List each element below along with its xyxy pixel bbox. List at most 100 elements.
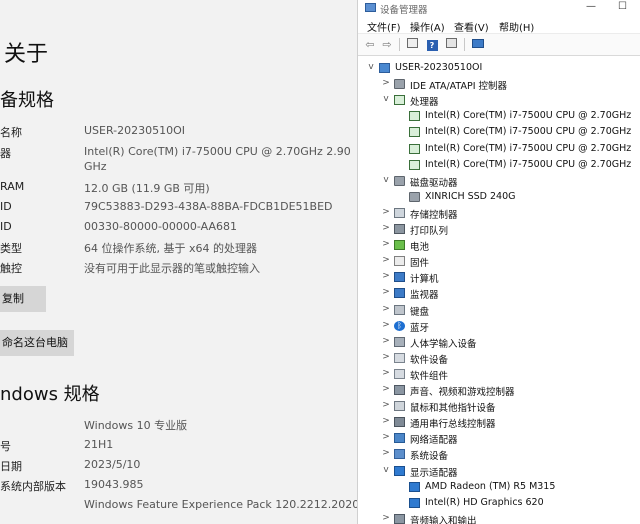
tree-node[interactable]: v USER-20230510OI xyxy=(358,60,640,76)
tree-node-label: IDE ATA/ATAPI 控制器 xyxy=(410,81,508,93)
copy-button[interactable]: 复制 xyxy=(0,286,46,312)
tree-node[interactable]: AMD Radeon (TM) R5 M315 xyxy=(358,479,640,495)
spec-label-system-type: 类型 xyxy=(0,242,22,255)
tree-node-label: 固件 xyxy=(410,258,430,270)
tree-node[interactable]: > ᛒ 蓝牙 xyxy=(358,318,640,334)
menu-file[interactable]: 文件(F) xyxy=(367,19,401,34)
disk-icon xyxy=(394,175,405,186)
battery-icon xyxy=(394,240,405,251)
tree-node[interactable]: > 固件 xyxy=(358,253,640,269)
tree-node[interactable]: XINRICH SSD 240G xyxy=(358,189,640,205)
tree-node-label: Intel(R) Core(TM) i7-7500U CPU @ 2.70GHz xyxy=(425,158,632,170)
win-value-install-date: 2023/5/10 xyxy=(84,458,141,471)
gpu-icon xyxy=(409,481,420,492)
tree-node[interactable]: > 网络适配器 xyxy=(358,430,640,446)
chevron-right-icon[interactable]: > xyxy=(381,416,391,426)
tree-node[interactable]: > 音频输入和输出 xyxy=(358,511,640,524)
tree-node[interactable]: > 声音、视频和游戏控制器 xyxy=(358,382,640,398)
chevron-right-icon[interactable]: > xyxy=(381,368,391,378)
chevron-right-icon[interactable]: > xyxy=(381,255,391,265)
win-value-experience: Windows Feature Experience Pack 120.2212… xyxy=(84,498,357,511)
window-title: 设备管理器 xyxy=(380,5,428,16)
tree-node[interactable]: Intel(R) Core(TM) i7-7500U CPU @ 2.70GHz xyxy=(358,141,640,157)
tree-node-label: 计算机 xyxy=(410,274,439,286)
bt-icon: ᛒ xyxy=(394,320,405,331)
rename-pc-button[interactable]: 命名这台电脑 xyxy=(0,330,74,356)
net-icon xyxy=(394,433,405,444)
chevron-right-icon[interactable]: > xyxy=(381,400,391,410)
tree-node[interactable]: > 系统设备 xyxy=(358,446,640,462)
tree-node-label: 键盘 xyxy=(410,306,430,318)
spec-label-processor: 器 xyxy=(0,147,11,160)
tree-node[interactable]: Intel(R) HD Graphics 620 xyxy=(358,495,640,511)
tree-node[interactable]: > 电池 xyxy=(358,237,640,253)
tree-node[interactable]: v 显示适配器 xyxy=(358,463,640,479)
tree-node[interactable]: > 通用串行总线控制器 xyxy=(358,414,640,430)
chevron-right-icon[interactable]: > xyxy=(381,207,391,217)
tree-node-label: Intel(R) Core(TM) i7-7500U CPU @ 2.70GHz xyxy=(425,142,632,154)
properties-icon[interactable] xyxy=(405,38,419,51)
maximize-icon[interactable]: ☐ xyxy=(618,1,627,12)
help-icon[interactable]: ? xyxy=(425,38,439,51)
back-arrow-icon[interactable]: ⇦ xyxy=(363,38,377,51)
tree-node[interactable]: > 键盘 xyxy=(358,302,640,318)
tree-node[interactable]: v 处理器 xyxy=(358,92,640,108)
tree-node[interactable]: > 鼠标和其他指针设备 xyxy=(358,398,640,414)
chevron-right-icon[interactable]: > xyxy=(381,336,391,346)
chevron-right-icon[interactable]: > xyxy=(381,384,391,394)
tree-node[interactable]: > 打印队列 xyxy=(358,221,640,237)
tree-node[interactable]: v 磁盘驱动器 xyxy=(358,173,640,189)
tree-node-label: AMD Radeon (TM) R5 M315 xyxy=(425,480,556,492)
chevron-right-icon[interactable]: > xyxy=(381,352,391,362)
tree-node-label: 系统设备 xyxy=(410,451,449,463)
tree-node-label: 音频输入和输出 xyxy=(410,515,477,524)
chevron-right-icon[interactable]: > xyxy=(381,320,391,330)
forward-arrow-icon[interactable]: ⇨ xyxy=(380,38,394,51)
spec-label-ram: RAM xyxy=(0,180,25,193)
tree-node-label: 处理器 xyxy=(410,97,439,109)
chevron-down-icon[interactable]: v xyxy=(381,175,391,185)
chevron-right-icon[interactable]: > xyxy=(381,513,391,523)
chevron-down-icon[interactable]: v xyxy=(381,465,391,475)
page-title: 关于 xyxy=(4,42,49,67)
device-manager-icon xyxy=(365,3,376,12)
tree-node[interactable]: > 监视器 xyxy=(358,285,640,301)
menu-action[interactable]: 操作(A) xyxy=(410,19,445,34)
chevron-down-icon[interactable]: v xyxy=(366,62,376,72)
tree-node[interactable]: > 软件设备 xyxy=(358,350,640,366)
view-icon[interactable] xyxy=(444,38,458,51)
tree-node[interactable]: Intel(R) Core(TM) i7-7500U CPU @ 2.70GHz xyxy=(358,108,640,124)
chevron-right-icon[interactable]: > xyxy=(381,239,391,249)
monitor-icon[interactable] xyxy=(471,38,485,51)
minimize-icon[interactable]: — xyxy=(586,1,596,12)
ctrl-icon xyxy=(394,207,405,218)
windows-spec-title: ndows 规格 xyxy=(0,384,100,405)
tree-node[interactable]: > 存储控制器 xyxy=(358,205,640,221)
tree-node[interactable]: > IDE ATA/ATAPI 控制器 xyxy=(358,76,640,92)
menu-help[interactable]: 帮助(H) xyxy=(499,19,534,34)
tree-node[interactable]: > 计算机 xyxy=(358,269,640,285)
audio-icon xyxy=(394,385,405,395)
chevron-right-icon[interactable]: > xyxy=(381,304,391,314)
tree-node[interactable]: > 人体学输入设备 xyxy=(358,334,640,350)
tree-node[interactable]: Intel(R) Core(TM) i7-7500U CPU @ 2.70GHz xyxy=(358,124,640,140)
disk-icon xyxy=(394,79,405,90)
tree-node-label: Intel(R) Core(TM) i7-7500U CPU @ 2.70GHz xyxy=(425,110,632,122)
win-value-edition: Windows 10 专业版 xyxy=(84,419,188,432)
chevron-right-icon[interactable]: > xyxy=(381,432,391,442)
tree-node[interactable]: Intel(R) Core(TM) i7-7500U CPU @ 2.70GHz xyxy=(358,157,640,173)
audio-icon xyxy=(394,513,405,524)
chevron-right-icon[interactable]: > xyxy=(381,287,391,297)
chevron-down-icon[interactable]: v xyxy=(381,94,391,104)
spec-label-device-id: ID xyxy=(0,200,12,213)
chevron-right-icon[interactable]: > xyxy=(381,271,391,281)
chevron-right-icon[interactable]: > xyxy=(381,78,391,88)
monitor-icon xyxy=(394,272,405,283)
menu-bar: 文件(F) 操作(A) 查看(V) 帮助(H) xyxy=(358,16,640,34)
spec-label-pen-touch: 触控 xyxy=(0,262,22,275)
chevron-right-icon[interactable]: > xyxy=(381,223,391,233)
chevron-right-icon[interactable]: > xyxy=(381,448,391,458)
tree-node[interactable]: > 软件组件 xyxy=(358,366,640,382)
menu-view[interactable]: 查看(V) xyxy=(454,19,489,34)
settings-about-panel: 关于 备规格 名称 USER-20230510OI 器 Intel(R) Cor… xyxy=(0,0,357,524)
